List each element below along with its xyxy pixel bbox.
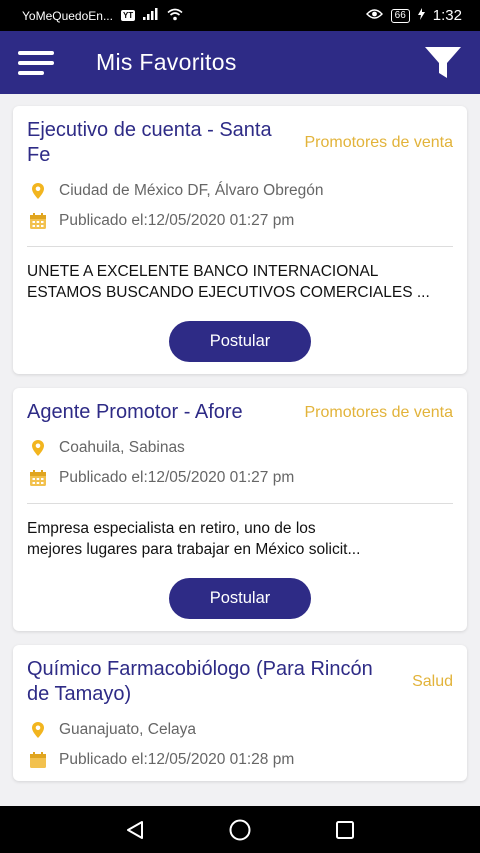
job-location: Ciudad de México DF, Álvaro Obregón <box>27 182 453 200</box>
postular-button[interactable]: Postular <box>169 321 311 362</box>
notification-app-name: YoMeQuedoEn... <box>22 8 113 23</box>
job-card[interactable]: Agente Promotor - Afore Promotores de ve… <box>13 388 467 631</box>
postular-button[interactable]: Postular <box>169 578 311 619</box>
location-pin-icon <box>32 722 44 738</box>
signal-icon <box>143 8 159 23</box>
wifi-icon <box>167 8 183 24</box>
card-actions: Postular <box>27 578 453 619</box>
job-category: Promotores de venta <box>304 403 453 421</box>
card-actions: Postular <box>27 321 453 362</box>
job-published-text: Publicado el:12/05/2020 01:28 pm <box>59 751 295 768</box>
job-published: Publicado el:12/05/2020 01:27 pm <box>27 212 453 230</box>
job-description-line: Empresa especialista en retiro, uno de l… <box>27 520 316 537</box>
recents-square-icon[interactable] <box>334 819 356 841</box>
job-card-header: Agente Promotor - Afore Promotores de ve… <box>27 400 453 425</box>
job-card-header: Ejecutivo de cuenta - Santa Fe Promotore… <box>27 118 453 168</box>
job-location: Coahuila, Sabinas <box>27 439 453 457</box>
charging-icon <box>417 8 425 23</box>
job-category: Salud <box>412 673 453 690</box>
home-circle-icon[interactable] <box>228 818 252 842</box>
hamburger-menu-icon[interactable] <box>18 50 54 75</box>
job-title[interactable]: Químico Farmacobiólogo (Para Rincón de T… <box>27 657 387 707</box>
location-pin-icon <box>32 440 44 456</box>
back-triangle-icon[interactable] <box>124 819 146 841</box>
job-description: Empresa especialista en retiro, uno de l… <box>27 518 453 560</box>
job-category: Promotores de venta <box>304 134 453 151</box>
job-published-text: Publicado el:12/05/2020 01:27 pm <box>59 469 295 486</box>
job-published: Publicado el:12/05/2020 01:28 pm <box>27 751 453 769</box>
filter-funnel-icon[interactable] <box>424 45 462 81</box>
job-published-text: Publicado el:12/05/2020 01:27 pm <box>59 212 295 229</box>
job-location-text: Guanajuato, Celaya <box>59 721 197 738</box>
page-title: Mis Favoritos <box>96 49 237 75</box>
status-right: 66 1:32 <box>365 7 462 24</box>
job-location-text: Ciudad de México DF, Álvaro Obregón <box>59 182 324 199</box>
card-divider <box>27 246 453 247</box>
job-published: Publicado el:12/05/2020 01:27 pm <box>27 469 453 487</box>
job-description-line: ESTAMOS BUSCANDO EJECUTIVOS COMERCIALES … <box>27 284 430 301</box>
battery-indicator: 66 <box>390 8 410 23</box>
favorites-list[interactable]: Ejecutivo de cuenta - Santa Fe Promotore… <box>0 94 480 806</box>
job-location-text: Coahuila, Sabinas <box>59 439 185 456</box>
job-location: Guanajuato, Celaya <box>27 721 453 739</box>
calendar-icon <box>30 213 46 229</box>
job-description-line: UNETE A EXCELENTE BANCO INTERNACIONAL <box>27 263 379 280</box>
status-bar: YoMeQuedoEn... YT 66 1:32 <box>0 0 480 31</box>
job-title[interactable]: Ejecutivo de cuenta - Santa Fe <box>27 118 277 168</box>
app-bar: Mis Favoritos <box>0 31 480 94</box>
job-description: UNETE A EXCELENTE BANCO INTERNACIONAL ES… <box>27 261 453 303</box>
job-title[interactable]: Agente Promotor - Afore <box>27 400 243 425</box>
card-divider <box>27 503 453 504</box>
location-pin-icon <box>32 183 44 199</box>
youtube-notification-icon: YT <box>120 10 136 21</box>
job-card-header: Químico Farmacobiólogo (Para Rincón de T… <box>27 657 453 707</box>
system-nav-bar <box>0 806 480 853</box>
calendar-icon <box>30 470 46 486</box>
job-description-line: mejores lugares para trabajar en México … <box>27 541 361 558</box>
status-time: 1:32 <box>432 7 462 24</box>
eye-comfort-icon <box>365 8 383 23</box>
job-card[interactable]: Químico Farmacobiólogo (Para Rincón de T… <box>13 645 467 781</box>
calendar-icon <box>30 752 46 768</box>
job-card[interactable]: Ejecutivo de cuenta - Santa Fe Promotore… <box>13 106 467 374</box>
status-left: YoMeQuedoEn... YT <box>22 8 183 24</box>
